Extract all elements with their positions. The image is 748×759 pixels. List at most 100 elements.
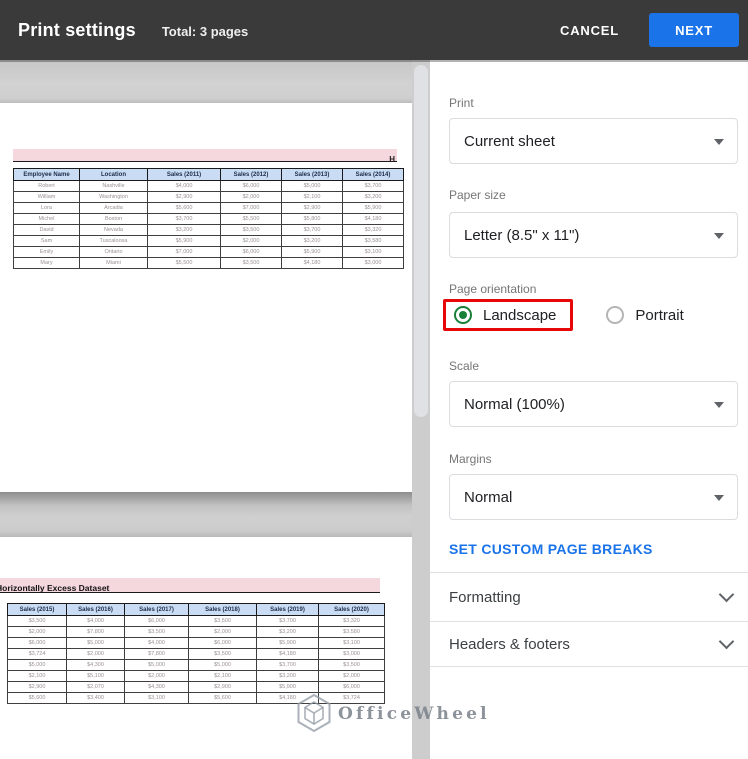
table-cell: $3,200 [257, 671, 319, 682]
table-cell: $7,000 [148, 247, 221, 258]
next-button[interactable]: NEXT [649, 13, 739, 47]
table-row: $6,000$5,000$4,000$6,000$5,900$3,100 [8, 638, 385, 649]
portrait-radio-option[interactable]: Portrait [606, 306, 683, 324]
scale-select-value: Normal (100%) [464, 396, 565, 413]
table-cell: Sam [14, 236, 80, 247]
table-cell: $3,320 [319, 616, 385, 627]
table-cell: $2,000 [125, 671, 189, 682]
table-cell: $5,900 [148, 236, 221, 247]
page2-title-band: Horizontally Excess Dataset [0, 578, 380, 593]
table-cell: $3,700 [257, 660, 319, 671]
table-cell: $5,500 [148, 258, 221, 269]
paper-size-select[interactable]: Letter (8.5" x 11") [449, 212, 738, 258]
preview-top-gap [0, 60, 412, 103]
page1-title-band: H [13, 149, 397, 162]
column-header: Location [80, 169, 148, 181]
table-cell: $5,900 [282, 247, 343, 258]
table-cell: Arcadia [80, 203, 148, 214]
table-cell: $5,600 [8, 693, 67, 704]
table-cell: $3,700 [257, 616, 319, 627]
table-cell: Michel [14, 214, 80, 225]
column-header: Sales (2011) [148, 169, 221, 181]
radio-selected-icon[interactable] [454, 306, 472, 324]
table-row: RobertNashville$4,000$6,000$5,000$3,700 [14, 181, 404, 192]
table-cell: $5,600 [148, 203, 221, 214]
table-cell: $3,100 [319, 638, 385, 649]
column-header: Sales (2015) [8, 604, 67, 616]
table-cell: $2,900 [189, 682, 257, 693]
print-settings-panel: Print Current sheet Paper size Letter (8… [430, 60, 748, 759]
preview-scrollbar-track[interactable] [412, 60, 430, 759]
print-select[interactable]: Current sheet [449, 118, 738, 164]
set-custom-page-breaks-link[interactable]: SET CUSTOM PAGE BREAKS [449, 541, 653, 557]
table-cell: $5,900 [343, 203, 404, 214]
table-cell: $6,000 [125, 616, 189, 627]
table-cell: $5,500 [221, 214, 282, 225]
column-header: Sales (2019) [257, 604, 319, 616]
page1-data-table: Employee NameLocationSales (2011)Sales (… [13, 168, 404, 269]
table-cell: $5,000 [125, 660, 189, 671]
column-header: Sales (2014) [343, 169, 404, 181]
table-row: $3,500$4,000$6,000$3,500$3,700$3,320 [8, 616, 385, 627]
dropdown-arrow-icon [714, 402, 724, 408]
table-cell: $2,900 [8, 682, 67, 693]
table-cell: Miami [80, 258, 148, 269]
cancel-button[interactable]: CANCEL [554, 15, 625, 46]
paper-size-select-value: Letter (8.5" x 11") [464, 227, 579, 244]
table-row: WilliamWashington$2,900$2,000$2,100$3,20… [14, 192, 404, 203]
table-header-row: Employee NameLocationSales (2011)Sales (… [14, 169, 404, 181]
page2-data-table: Sales (2015)Sales (2016)Sales (2017)Sale… [7, 603, 385, 704]
table-cell: Ontario [80, 247, 148, 258]
scale-select[interactable]: Normal (100%) [449, 381, 738, 427]
landscape-radio-option[interactable]: Landscape [443, 299, 573, 331]
table-header-row: Sales (2015)Sales (2016)Sales (2017)Sale… [8, 604, 385, 616]
landscape-radio-label: Landscape [483, 307, 556, 324]
margins-select-value: Normal [464, 489, 512, 506]
table-row: MaryMiami$5,500$3,500$4,180$3,000 [14, 258, 404, 269]
table-cell: $2,000 [221, 192, 282, 203]
table-cell: $2,900 [148, 192, 221, 203]
column-header: Sales (2016) [67, 604, 125, 616]
table-cell: $5,000 [67, 638, 125, 649]
radio-unselected-icon[interactable] [606, 306, 624, 324]
section-headers-footers[interactable]: Headers & footers [430, 621, 748, 667]
table-cell: $2,900 [282, 203, 343, 214]
table-cell: $3,400 [67, 693, 125, 704]
table-cell: $5,000 [8, 660, 67, 671]
paper-size-field-label: Paper size [449, 188, 506, 202]
page-title: Print settings [18, 20, 136, 41]
print-field-label: Print [449, 96, 474, 110]
page-orientation-radio-group: Landscape Portrait [443, 299, 684, 331]
table-row: $2,000$7,800$3,500$2,000$3,200$3,580 [8, 627, 385, 638]
table-cell: $3,500 [221, 258, 282, 269]
table-cell: $3,500 [189, 616, 257, 627]
portrait-radio-label: Portrait [635, 307, 683, 324]
table-cell: Boston [80, 214, 148, 225]
print-settings-titlebar: Print settings Total: 3 pages CANCEL NEX… [0, 0, 748, 60]
table-cell: $2,100 [189, 671, 257, 682]
preview-page-1: H Employee NameLocationSales (2011)Sales… [0, 103, 412, 492]
table-cell: $6,000 [189, 638, 257, 649]
preview-scrollbar-thumb[interactable] [414, 65, 428, 417]
table-row: $2,900$2,070$4,300$2,900$5,900$6,000 [8, 682, 385, 693]
table-row: $5,000$4,300$5,000$5,000$3,700$3,500 [8, 660, 385, 671]
table-cell: $3,500 [221, 225, 282, 236]
section-formatting[interactable]: Formatting [430, 572, 748, 621]
table-cell: Nevada [80, 225, 148, 236]
page1-title-fragment: H [389, 154, 397, 162]
table-row: DavidNevada$3,200$3,500$3,700$3,320 [14, 225, 404, 236]
table-cell: $5,000 [189, 660, 257, 671]
table-cell: $3,100 [343, 247, 404, 258]
table-cell: $2,000 [221, 236, 282, 247]
table-cell: Washington [80, 192, 148, 203]
margins-field-label: Margins [449, 452, 492, 466]
table-cell: $3,320 [343, 225, 404, 236]
table-cell: $2,000 [319, 671, 385, 682]
column-header: Sales (2012) [221, 169, 282, 181]
margins-select[interactable]: Normal [449, 474, 738, 520]
table-cell: $4,300 [67, 660, 125, 671]
table-cell: $6,000 [221, 247, 282, 258]
table-row: $5,600$3,400$3,100$5,600$4,180$3,724 [8, 693, 385, 704]
table-cell: $3,200 [343, 192, 404, 203]
table-cell: Nashville [80, 181, 148, 192]
